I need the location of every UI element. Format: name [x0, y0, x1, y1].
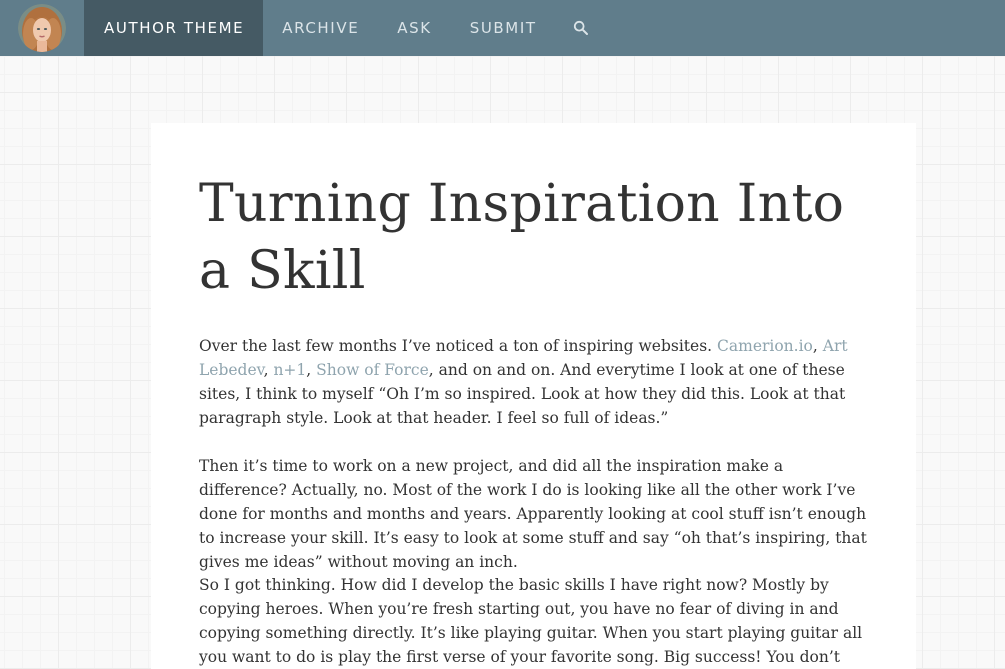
- nav-submit[interactable]: SUBMIT: [451, 0, 556, 56]
- link-n-plus-1[interactable]: n+1: [273, 361, 306, 379]
- separator: ,: [263, 361, 274, 379]
- link-show-of-force[interactable]: Show of Force: [316, 361, 429, 379]
- post-card: Turning Inspiration Into a Skill Over th…: [151, 123, 916, 669]
- avatar[interactable]: [18, 4, 66, 52]
- post-paragraph-1: Over the last few months I’ve noticed a …: [199, 334, 871, 430]
- nav-ask[interactable]: ASK: [378, 0, 450, 56]
- paragraph-text: Over the last few months I’ve noticed a …: [199, 337, 718, 355]
- nav-archive[interactable]: ARCHIVE: [263, 0, 378, 56]
- post-title: Turning Inspiration Into a Skill: [199, 174, 845, 301]
- post-paragraph-3: So I got thinking. How did I develop the…: [199, 576, 863, 666]
- nav-author-theme[interactable]: AUTHOR THEME: [84, 0, 264, 56]
- nav-search-button[interactable]: [556, 0, 606, 56]
- link-camerion[interactable]: Camerion.io: [717, 337, 813, 355]
- top-navbar: AUTHOR THEME ARCHIVE ASK SUBMIT: [0, 0, 1005, 56]
- separator: ,: [812, 337, 823, 355]
- separator: ,: [306, 361, 317, 379]
- search-icon: [573, 20, 588, 35]
- post-paragraph-2: Then it’s time to work on a new project,…: [199, 457, 867, 571]
- avatar-link[interactable]: [0, 0, 84, 56]
